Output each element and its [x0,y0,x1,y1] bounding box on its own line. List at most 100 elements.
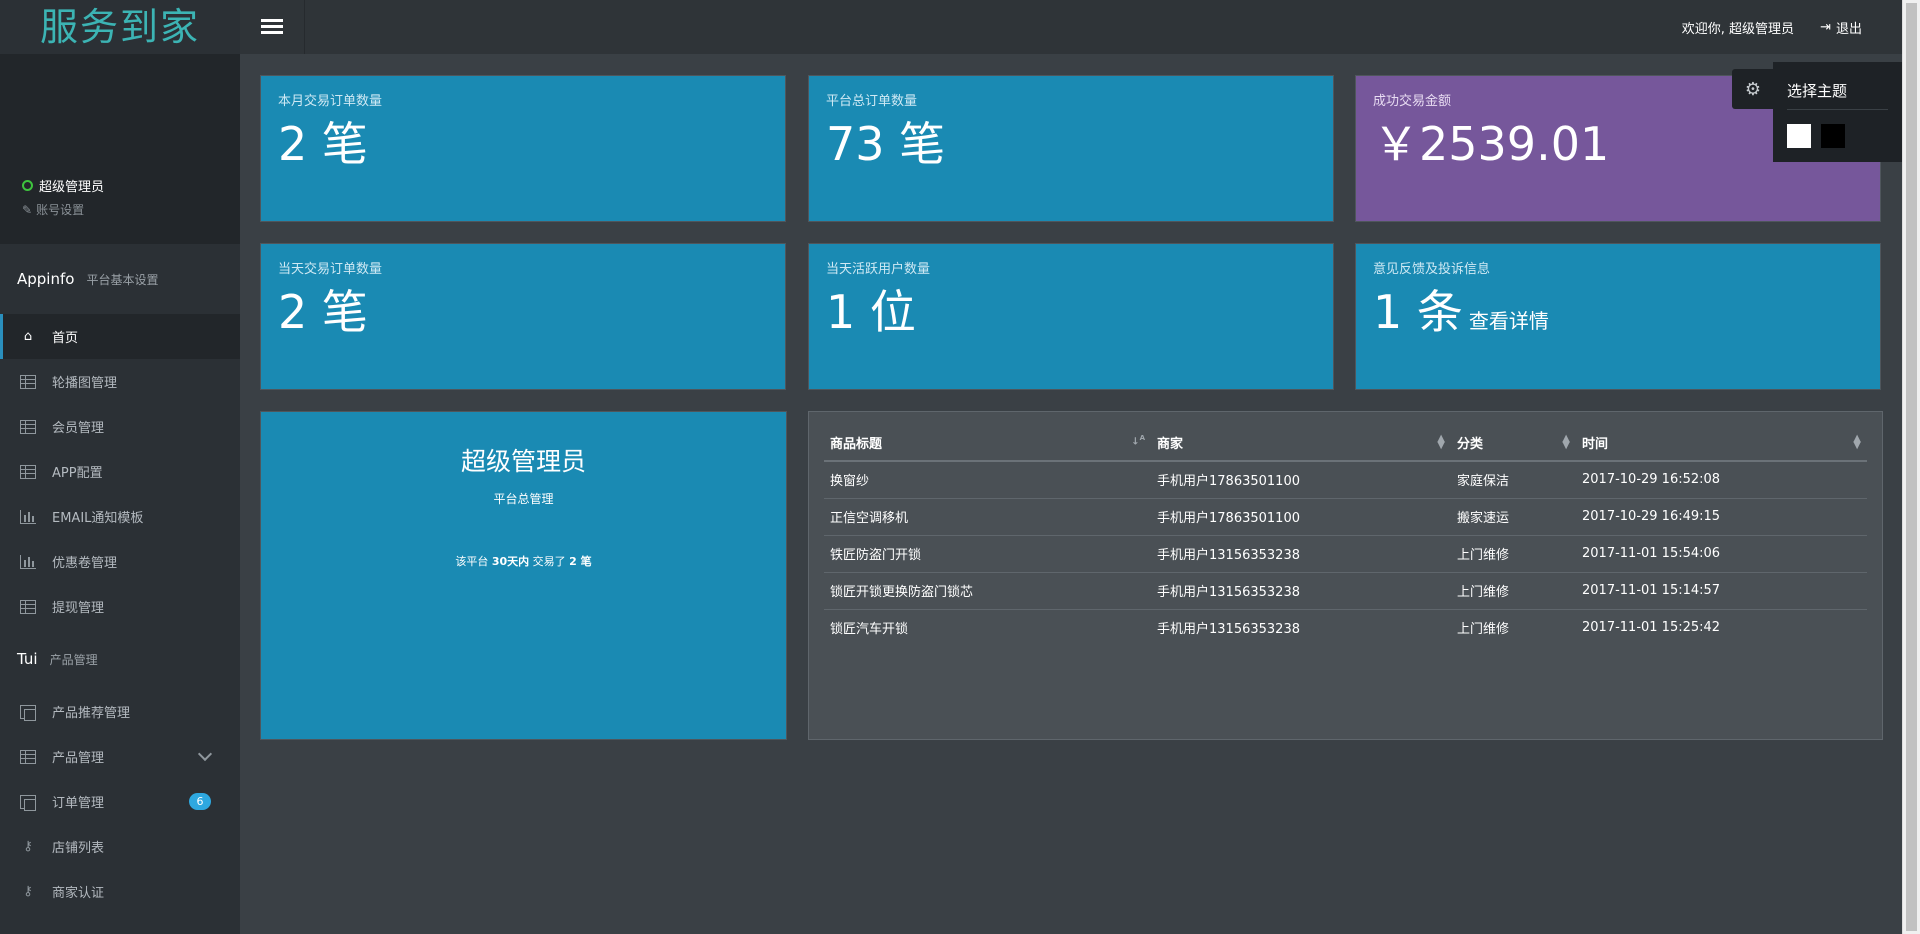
table-cell: 换窗纱 [824,461,1151,499]
admin-subtitle: 平台总管理 [493,492,554,506]
sidebar-item-label: 优惠卷管理 [52,556,118,571]
table-cell: 手机用户13156353238 [1157,622,1300,638]
table-cell: 手机用户13156353238 [1151,572,1451,610]
logout-icon: ⇥ [1820,20,1831,35]
pencil-icon: ✎ [22,202,33,217]
section-appinfo: Appinfo 平台基本设置 [0,244,240,314]
sidebar-item[interactable]: 会员管理 [0,404,240,449]
table-cell: 2017-11-01 15:14:57 [1576,572,1867,610]
sort-icon: ▲ ▼ [1562,433,1570,451]
theme-swatch[interactable] [1821,124,1845,148]
table-cell: 2017-11-01 15:25:42 [1582,620,1721,636]
logout-button[interactable]: ⇥ 退出 [1820,18,1862,37]
sidebar-item[interactable]: 订单管理 6 [0,779,240,824]
column-header-merchant[interactable]: 商家 ▲ ▼ [1151,424,1451,462]
table-cell: 锁匠开锁更换防盗门锁芯 [824,572,1151,610]
column-header-time[interactable]: 时间 ▲ ▼ [1576,424,1867,462]
sidebar-item[interactable]: EMAIL通知模板 [0,494,240,539]
table-row[interactable]: 锁匠开锁更换防盗门锁芯 手机用户13156353238 上门维修 2017-11-01… [824,572,1867,610]
admin-title: 超级管理员 [460,447,586,476]
table-cell: 铁匠防盗门开锁 [824,535,1151,573]
key-icon: ⚷ [23,883,33,899]
sidebar-item[interactable]: APP配置 [0,449,240,494]
grid-icon [20,749,36,764]
card-label: 当天交易订单数量 [278,262,383,277]
sidebar-item[interactable]: 产品管理 [0,734,240,779]
page-scrollbar[interactable] [1902,0,1920,934]
theme-toggle-button[interactable]: ⚙ [1732,69,1774,109]
theme-title: 选择主题 [1787,80,1888,110]
sidebar-item[interactable]: ⚷ 店铺列表 [0,824,240,869]
gear-icon: ⚙ [1744,78,1762,100]
sidebar-item-label: 首页 [52,331,79,346]
orders-table: 商品标题 ↓A 商家 ▲ ▼ 分类 ▲ ▼ 时间 ▲ ▼ 换窗纱 手机用户17863501100… [824,424,1867,646]
table-row[interactable]: 正信空调移机 手机用户17863501100 搬家速运 2017-10-29 16:4… [824,498,1867,536]
top-bar: 欢迎你, 超级管理员 ⇥ 退出 [240,0,1902,54]
bar-chart-icon [20,554,36,569]
stat-card-today-orders: 当天交易订单数量 2 笔 [260,243,786,390]
admin-summary-panel: 超级管理员 平台总管理 该平台 30天内 交易了 2 笔 [260,411,787,740]
card-label: 平台总订单数量 [826,94,918,109]
card-value: 1 位 [826,285,916,339]
sidebar-item[interactable]: ⚷ 商家认证 [0,869,240,914]
stat-card-feedback: 意见反馈及投诉信息 1 条查看详情 [1355,243,1881,390]
table-row[interactable]: 铁匠防盗门开锁 手机用户13156353238 上门维修 2017-11-01 15:… [824,535,1867,573]
theme-picker: 选择主题 [1773,62,1902,162]
scroll-thumb[interactable] [1906,3,1917,931]
theme-swatch[interactable] [1787,124,1811,148]
sidebar-item-label: 订单管理 [52,796,105,811]
stat-card-active-users: 当天活跃用户数量 1 位 [808,243,1334,390]
welcome-text: 欢迎你, 超级管理员 [1681,22,1794,37]
admin-note: 该平台 30天内 交易了 2 笔 [261,553,786,569]
sidebar-item[interactable]: ⌂ 首页 [0,314,240,359]
sidebar-item[interactable]: 提现管理 [0,584,240,629]
column-header-title[interactable]: 商品标题 ↓A [824,424,1151,462]
card-value: 1 条 [1373,285,1463,339]
sidebar-item[interactable]: 优惠卷管理 [0,539,240,584]
bar-chart-icon [20,509,36,524]
grid-icon [20,419,36,434]
table-row[interactable]: 换窗纱 手机用户17863501100 家庭保洁 2017-10-29 16:52:0… [824,461,1867,499]
brand-logo: 服务到家 [0,0,240,54]
table-cell: 家庭保洁 [1451,461,1576,499]
key-icon: ⚷ [23,838,33,854]
note-count: 2 笔 [569,555,592,568]
table-cell: 2017-11-01 15:54:06 [1576,535,1867,573]
account-settings-label: 账号设置 [36,203,85,217]
table-cell: 手机用户17863501100 [1151,461,1451,499]
table-cell: 上门维修 [1457,622,1510,638]
table-cell: 正信空调移机 [824,498,1151,536]
sidebar-item-label: 产品管理 [52,751,105,766]
user-profile: 超级管理员 ✎ 账号设置 [0,54,240,244]
stat-card-total-orders: 平台总订单数量 73 笔 [808,75,1334,222]
profile-name: 超级管理员 [39,180,105,195]
sidebar-item[interactable]: 轮播图管理 [0,359,240,404]
sidebar-item-label: 商家认证 [52,886,105,901]
stat-card-month-orders: 本月交易订单数量 2 笔 [260,75,786,222]
grid-icon [20,374,36,389]
chevron-down-icon[interactable] [197,746,213,762]
list-icon [261,19,283,35]
table-cell: 锁匠汽车开锁 [830,622,909,638]
column-header-category[interactable]: 分类 ▲ ▼ [1451,424,1576,462]
sidebar-item-label: 店铺列表 [52,841,105,856]
view-details-link[interactable]: 查看详情 [1469,309,1549,333]
note-prefix: 该平台 [455,555,489,568]
section-subtitle: 平台基本设置 [86,272,159,287]
copy-icon [20,794,36,811]
orders-table-panel: 商品标题 ↓A 商家 ▲ ▼ 分类 ▲ ▼ 时间 ▲ ▼ 换窗纱 手机用户17863501100… [808,411,1883,740]
menu-toggle-button[interactable] [240,0,305,54]
table-cell: 2017-10-29 16:52:08 [1576,461,1867,499]
section-subtitle: 产品管理 [49,652,98,667]
table-row[interactable]: 锁匠汽车开锁 手机用户13156353238 上门维修 2017-11-01 15:2… [824,609,1867,646]
count-badge: 6 [189,793,211,810]
sidebar-item-label: 会员管理 [52,421,105,436]
sidebar-item[interactable]: 产品推荐管理 [0,689,240,734]
home-icon: ⌂ [23,328,33,344]
sort-icon: ▲ ▼ [1437,433,1445,451]
grid-icon [20,464,36,479]
account-settings-link[interactable]: ✎ 账号设置 [22,201,84,218]
card-label: 当天活跃用户数量 [826,262,931,277]
section-title: Tui [17,650,38,668]
card-value: 2 笔 [278,285,368,339]
